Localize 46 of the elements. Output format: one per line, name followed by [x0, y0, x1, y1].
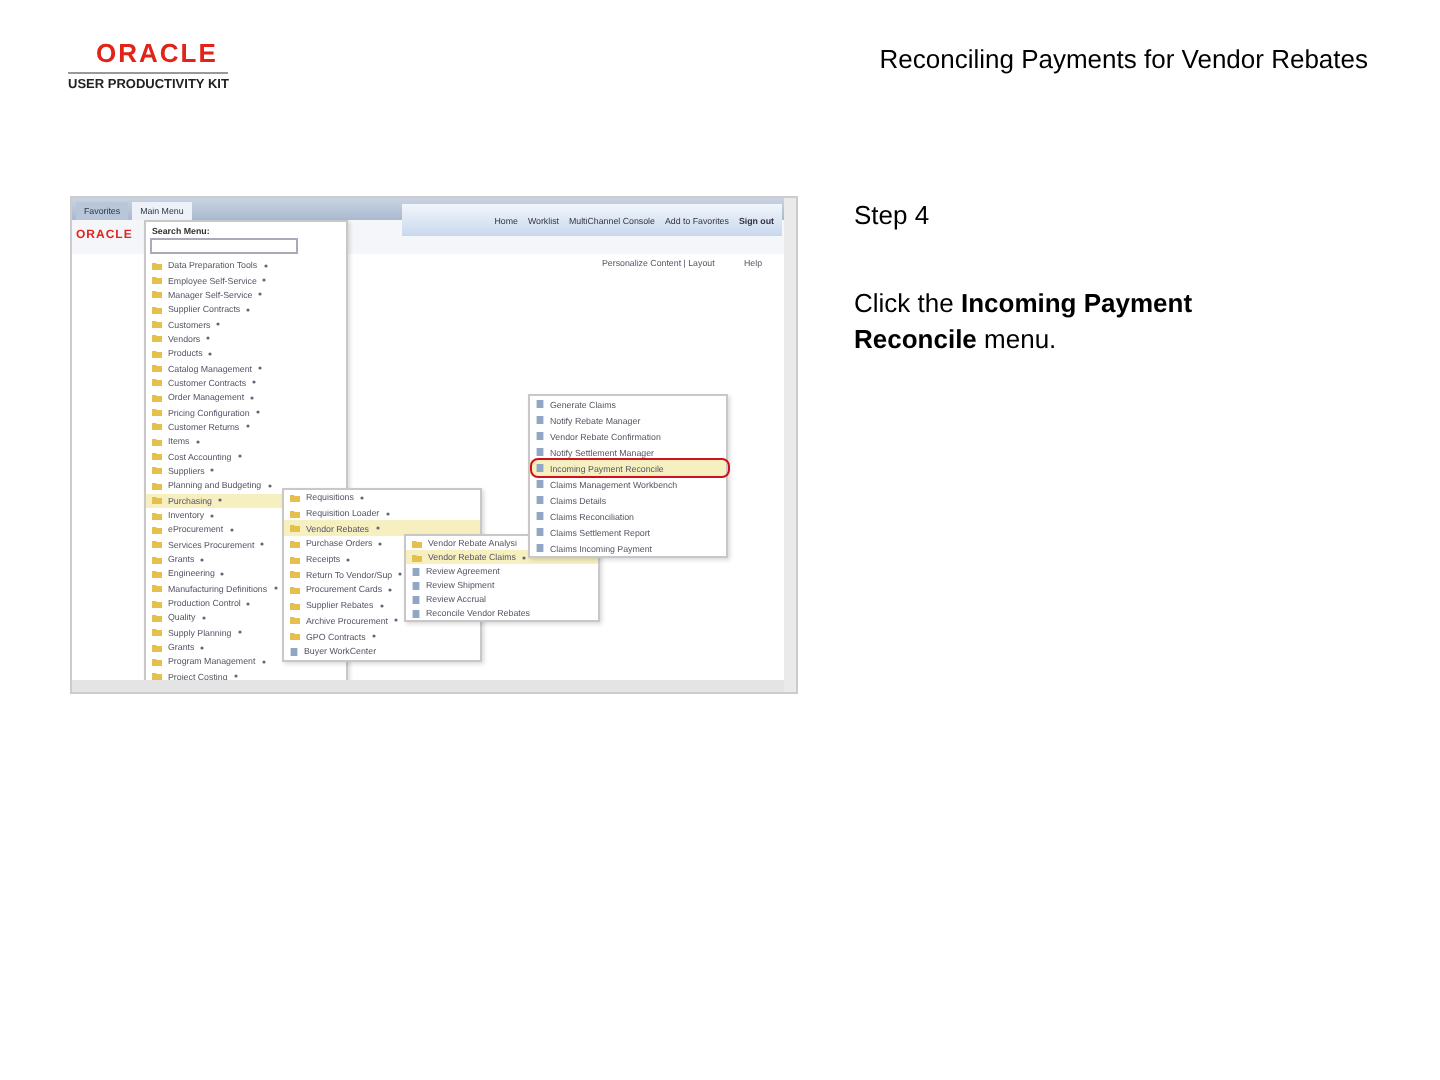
caret-icon [233, 674, 238, 679]
caret-icon [210, 513, 215, 518]
caret-icon [208, 351, 213, 356]
caret-icon [257, 366, 262, 371]
caret-icon [246, 307, 251, 312]
caret-icon [273, 586, 278, 591]
caret-icon [261, 659, 266, 664]
caret-icon [255, 410, 260, 415]
caret-icon [521, 555, 526, 559]
caret-icon [217, 498, 222, 503]
caret-icon [229, 527, 234, 532]
caret-icon [195, 439, 200, 444]
document-icon [290, 647, 298, 656]
page-title: Reconciling Payments for Vendor Rebates [879, 44, 1368, 78]
caret-icon [375, 526, 379, 531]
caret-icon [250, 395, 255, 400]
caret-icon [378, 541, 383, 546]
caret-icon [210, 468, 215, 473]
caret-icon [260, 542, 265, 547]
caret-icon [379, 603, 384, 608]
caret-icon [237, 630, 242, 635]
caret-icon [200, 645, 205, 650]
caret-icon [262, 278, 267, 283]
caret-icon [201, 615, 206, 620]
caret-icon [263, 263, 268, 268]
caret-icon [245, 424, 250, 429]
caret-icon [252, 380, 257, 385]
caret-icon [359, 495, 364, 500]
caret-icon [258, 292, 263, 297]
caret-icon [246, 601, 251, 606]
caret-icon [398, 572, 403, 577]
caret-icon [394, 618, 398, 623]
step-label: Step 4 [854, 200, 932, 230]
caret-icon [346, 557, 351, 562]
caret-icon [388, 587, 393, 592]
caret-icon [237, 454, 242, 459]
search-field[interactable] [150, 238, 298, 254]
caret-icon [385, 511, 390, 516]
caret-icon [220, 571, 225, 576]
caret-icon [371, 634, 376, 639]
caret-icon [216, 322, 221, 327]
caret-icon [206, 336, 211, 341]
oracle-logo: ORACLE [96, 40, 218, 66]
instruction-text: Click the Incoming Payment Reconcile menu. [854, 286, 1195, 358]
caret-icon [200, 557, 205, 562]
caret-icon [267, 483, 272, 488]
